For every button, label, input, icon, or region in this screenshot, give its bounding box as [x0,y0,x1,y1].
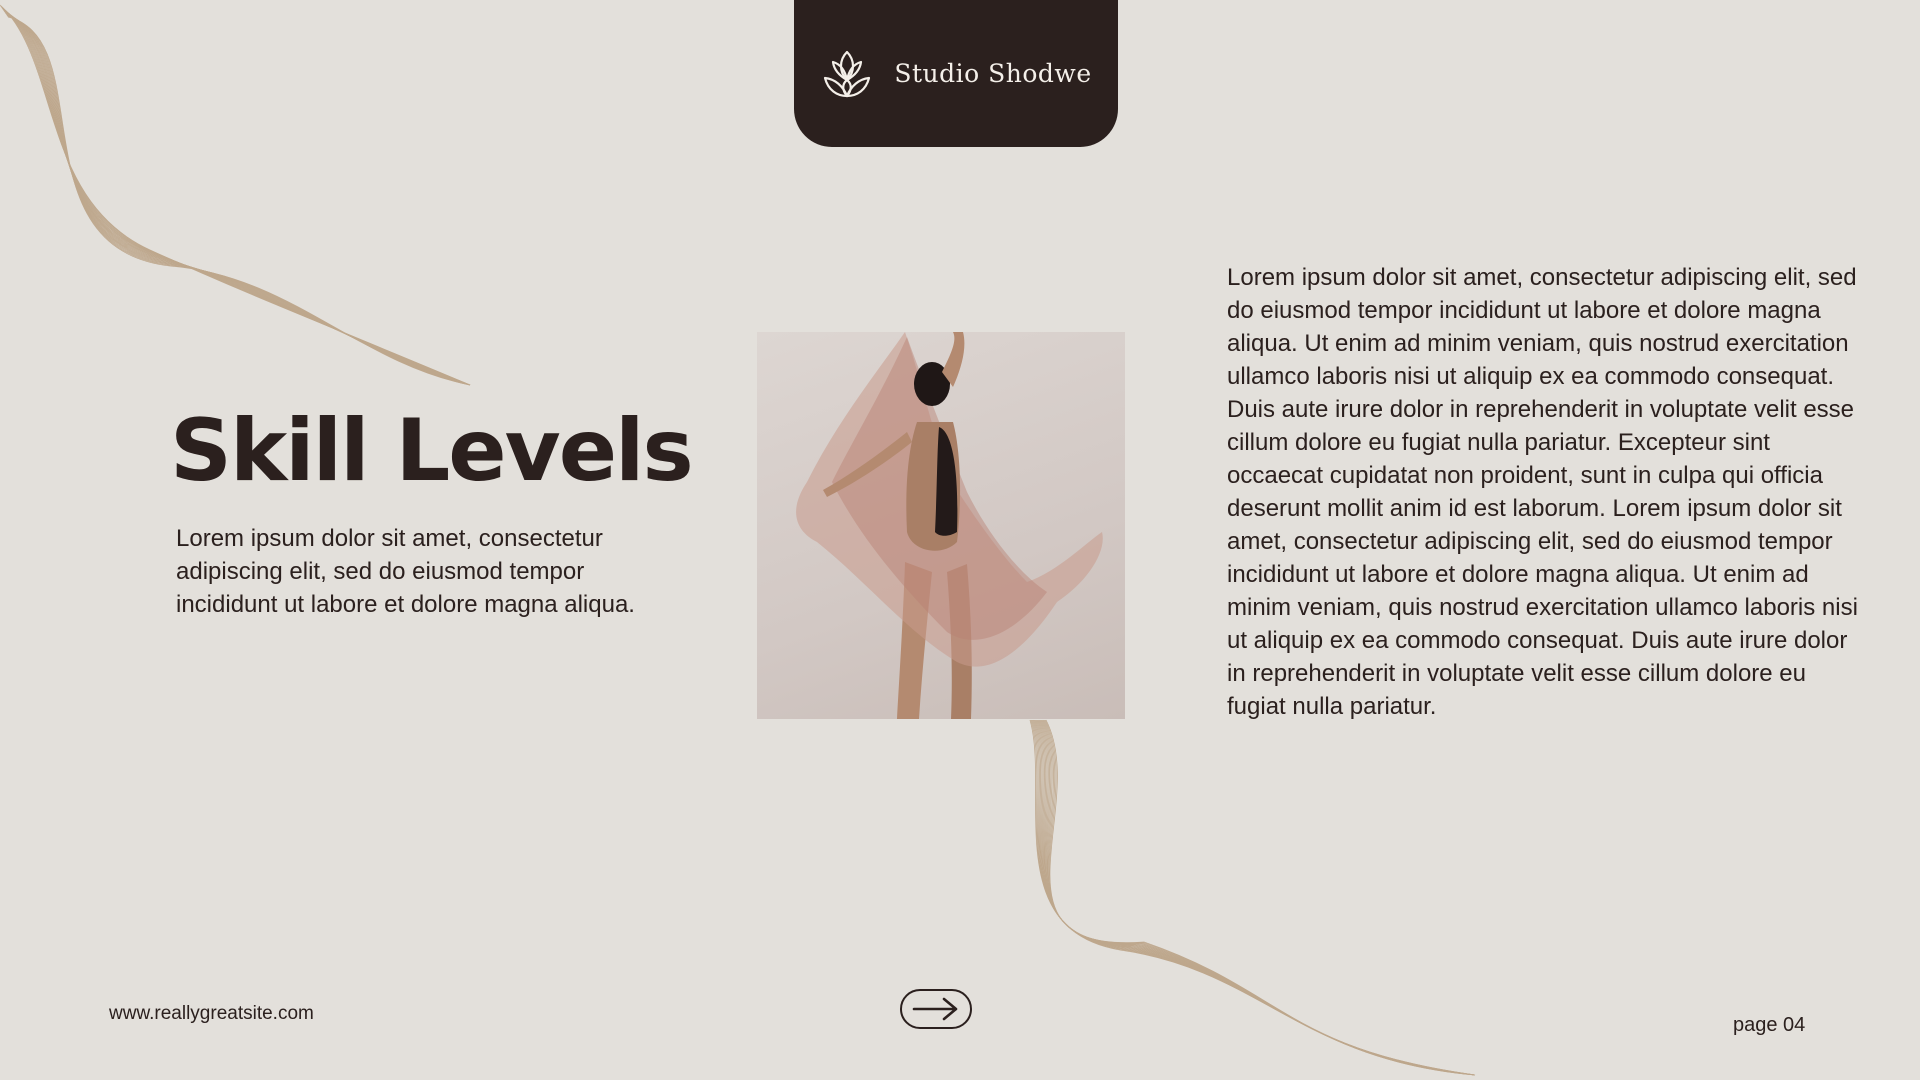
website-link[interactable]: www.reallygreatsite.com [109,1003,314,1025]
next-page-button[interactable] [900,989,972,1029]
lotus-icon [824,50,871,97]
intro-text: Lorem ipsum dolor sit amet, consectetur … [176,525,635,618]
body-paragraph: Lorem ipsum dolor sit amet, consectetur … [1227,264,1858,720]
brand-name: Studio Shodwe [894,59,1092,88]
page-number: page 04 [1733,1014,1806,1036]
dancer-photo [757,332,1125,719]
arrow-right-icon [912,997,958,1021]
dancer-illustration [796,332,1103,719]
page-title: Skill Levels [170,401,694,501]
header-brand-tab: Studio Shodwe [794,0,1118,147]
